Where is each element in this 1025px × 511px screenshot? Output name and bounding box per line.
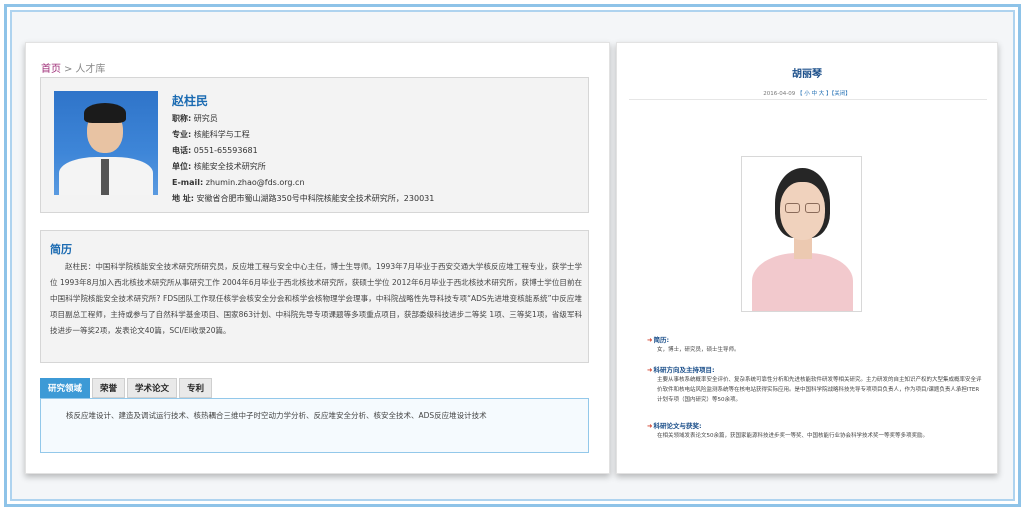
arrow-icon: ➜ <box>647 336 653 344</box>
profile-photo <box>54 91 158 195</box>
tab-research-field[interactable]: 研究领域 <box>40 378 91 398</box>
info-key: 职称: <box>172 114 192 123</box>
section-resume: ➜简历: 女，博士，研究员，硕士生导师。 <box>647 335 982 355</box>
article-date: 2016-04-09 <box>763 91 796 97</box>
section-body: 在相关领域发表论文50余篇，获国家能源科技进步奖一等奖、中国核能行业协会科学技术… <box>657 433 929 439</box>
info-value: 核能安全技术研究所 <box>193 162 266 171</box>
close-link[interactable]: 【关闭】 <box>831 91 850 97</box>
info-key: E-mail: <box>172 178 204 187</box>
info-row-phone: 电话: 0551-65593681 <box>172 143 434 159</box>
section-research: ➜科研方向及主持项目: 主要从事核系统概率安全评价、复杂系统可靠性分析和先进核能… <box>647 365 982 405</box>
tab-patents[interactable]: 专利 <box>179 378 213 398</box>
section-heading: ➜科研论文与获奖: <box>647 422 702 430</box>
email-link[interactable]: zhumin.zhao@fds.org.cn <box>206 178 305 187</box>
section-heading: ➜科研方向及主持项目: <box>647 366 715 374</box>
font-size-switcher[interactable]: 【 小 中 大 】 <box>797 91 832 97</box>
breadcrumb-home-link[interactable]: 首页 <box>41 64 61 75</box>
bio-title: 简历 <box>50 243 72 256</box>
info-key: 单位: <box>172 162 192 171</box>
breadcrumb-separator: > <box>64 64 73 75</box>
bio-card: 简历 赵柱民：中国科学院核能安全技术研究所研究员，反应堆工程与安全中心主任，博士… <box>40 230 589 363</box>
info-row-major: 专业: 核能科学与工程 <box>172 127 434 143</box>
bio-text: 赵柱民：中国科学院核能安全技术研究所研究员，反应堆工程与安全中心主任，博士生导师… <box>50 262 582 335</box>
breadcrumb-current: 人才库 <box>75 64 106 75</box>
tab-content-text: 核反应堆设计、建造及调试运行技术、核热耦合三维中子时空动力学分析、反应堆安全分析… <box>66 411 487 420</box>
profile-tabs: 研究领域 荣誉 学术论文 专利 <box>40 378 214 398</box>
info-row-email: E-mail: zhumin.zhao@fds.org.cn <box>172 175 434 191</box>
profile-name: 赵柱民 <box>172 94 209 108</box>
tab-papers[interactable]: 学术论文 <box>127 378 178 398</box>
info-value: 0551-65593681 <box>193 146 258 155</box>
section-body: 主要从事核系统概率安全评价、复杂系统可靠性分析和先进核能软件研发等相关研究。主力… <box>657 377 982 403</box>
info-key: 地 址: <box>172 194 194 203</box>
info-row-unit: 单位: 核能安全技术研究所 <box>172 159 434 175</box>
arrow-icon: ➜ <box>647 422 653 430</box>
section-papers-awards: ➜科研论文与获奖: 在相关领域发表论文50余篇，获国家能源科技进步奖一等奖、中国… <box>647 421 982 441</box>
article-meta: 2016-04-09 【 小 中 大 】【关闭】 <box>617 89 997 97</box>
tab-honors[interactable]: 荣誉 <box>92 378 126 398</box>
arrow-icon: ➜ <box>647 366 653 374</box>
info-value: 核能科学与工程 <box>193 130 250 139</box>
left-profile-panel: 首页 > 人才库 赵柱民 职称: 研究员 专业: 核能科学与工程 电话: 0551-… <box>25 42 610 474</box>
breadcrumb: 首页 > 人才库 <box>41 60 105 75</box>
profile-info: 职称: 研究员 专业: 核能科学与工程 电话: 0551-65593681 单位… <box>172 111 434 207</box>
info-value: 研究员 <box>193 114 218 123</box>
divider <box>629 99 987 100</box>
info-key: 专业: <box>172 130 192 139</box>
info-value: 安徽省合肥市蜀山湖路350号中科院核能安全技术研究所，230031 <box>196 194 435 203</box>
right-profile-panel: 胡丽琴 2016-04-09 【 小 中 大 】【关闭】 ➜简历: 女，博士，研… <box>616 42 998 474</box>
info-row-address: 地 址: 安徽省合肥市蜀山湖路350号中科院核能安全技术研究所，230031 <box>172 191 434 207</box>
portrait-photo <box>741 156 862 312</box>
info-row-title: 职称: 研究员 <box>172 111 434 127</box>
tab-content-panel: 核反应堆设计、建造及调试运行技术、核热耦合三维中子时空动力学分析、反应堆安全分析… <box>40 398 589 453</box>
info-key: 电话: <box>172 146 192 155</box>
section-heading: ➜简历: <box>647 336 670 344</box>
profile-card: 赵柱民 职称: 研究员 专业: 核能科学与工程 电话: 0551-6559368… <box>40 77 589 213</box>
section-body: 女，博士，研究员，硕士生导师。 <box>657 347 740 353</box>
article-title: 胡丽琴 <box>792 69 822 80</box>
